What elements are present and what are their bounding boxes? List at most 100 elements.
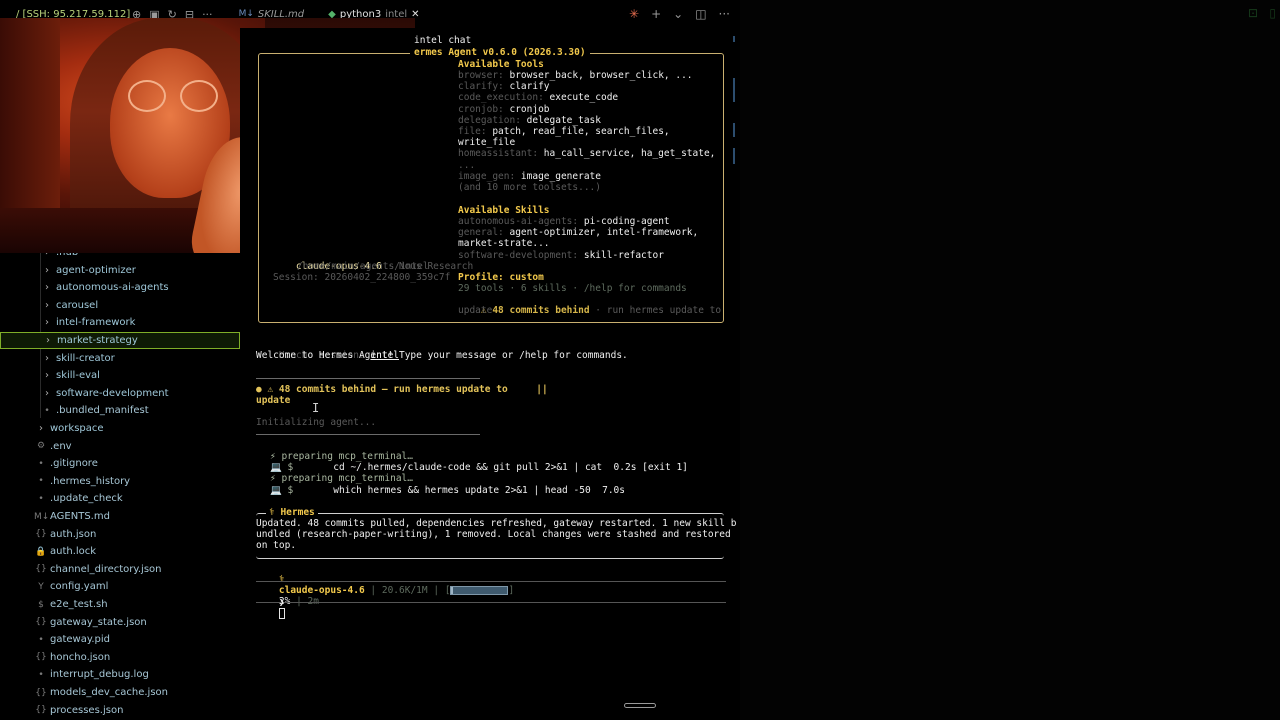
skills-value: skill-refactor [583,249,664,261]
tools-line: image_gen: image_generate [458,171,601,182]
commits-behind-hint-2: update [458,305,493,316]
folder-item[interactable]: › market-strategy [0,332,240,349]
tree-item-label: .bundled_manifest [56,405,149,417]
commits-behind-hint: · run hermes update to [589,305,722,316]
tool-step-line: ⚡ preparing mcp_terminal… [270,473,453,484]
file-icon: Y [38,581,44,592]
folder-item[interactable]: › skill-creator [0,350,240,367]
webcam-glasses [128,80,166,112]
skills-line: general: agent-optimizer, intel-framewor… [458,227,698,238]
skills-value: market-strate... [458,238,550,250]
tools-key: cronjob: [458,103,510,115]
folder-item[interactable]: › agent-optimizer [0,262,240,279]
chevron-right-icon: › [45,370,49,382]
file-item[interactable]: • interrupt_debug.log [0,666,240,683]
tools-line: file: patch, read_file, search_files, [458,126,670,137]
divider [256,378,480,379]
tools-value: delegate_task [526,114,601,126]
tool-step-label: 💻 $ [270,462,294,474]
scroll-marker [733,148,735,164]
file-item[interactable]: {} auth.json [0,526,240,543]
folder-item[interactable]: › workspace [0,420,240,437]
file-item[interactable]: • .update_check [0,490,240,507]
tools-value: image_generate [520,170,601,182]
file-icon: • [44,405,50,416]
tree-item-label: channel_directory.json [50,563,162,575]
tools-heading: Available Tools [458,59,544,70]
file-item[interactable]: {} models_dev_cache.json [0,684,240,701]
tools-line: code_execution: execute_code [458,92,618,103]
prompt-input[interactable]: ❯ [256,581,726,619]
tree-item-label: agent-optimizer [56,264,136,276]
response-line: on top. [256,540,297,552]
file-item[interactable]: ⚙ .env [0,438,240,455]
tree-item-label: auth.lock [50,546,97,558]
file-item[interactable]: 🔒 auth.lock [0,543,240,560]
file-item[interactable]: • gateway.pid [0,631,240,648]
tools-key: file: [458,126,493,137]
copilot-icon[interactable]: ✳ [629,7,639,21]
tools-key: homeassistant: [458,148,544,160]
add-icon[interactable]: + [651,7,661,21]
tree-item-label: software-development [56,387,169,399]
file-icon: {} [35,617,47,628]
file-icon: {} [35,564,47,575]
skills-value: pi-coding-agent [583,216,670,227]
tools-key: clarify: [458,81,510,93]
tools-key: delegation: [458,114,527,126]
banner-title: ermes Agent v0.6.0 (2026.3.30) [410,47,590,58]
tool-step-line: 💻 $ cd ~/.hermes/claude-code && git pull … [270,462,688,473]
panel-resize-handle[interactable] [624,703,656,708]
text-cursor-pointer-icon: I [312,401,320,415]
scroll-marker [733,36,735,42]
file-item[interactable]: • .gitignore [0,455,240,472]
divider [256,434,480,435]
tree-item-label: .env [50,440,72,452]
chevron-right-icon: › [45,352,49,364]
file-item[interactable]: {} processes.json [0,702,240,719]
file-item[interactable]: {} channel_directory.json [0,561,240,578]
file-item[interactable]: • .hermes_history [0,473,240,490]
folder-item[interactable]: › autonomous-ai-agents [0,279,240,296]
tools-key: browser: [458,70,510,81]
file-icon: • [38,458,44,469]
tree-item-label: auth.json [50,528,97,540]
folder-item[interactable]: › skill-eval [0,367,240,384]
file-icon: {} [35,529,47,540]
tools-value: patch, read_file, search_files, [492,126,670,137]
folder-item[interactable]: › software-development [0,385,240,402]
skills-line: software-development: skill-refactor [458,250,664,261]
file-item[interactable]: Yconfig.yaml [0,578,240,595]
tools-line: homeassistant: ha_call_service, ha_get_s… [458,148,715,159]
tools-line: browser: browser_back, browser_click, ..… [458,70,693,81]
welcome-message: Welcome to Hermes Agent! Type your messa… [256,350,628,361]
file-item[interactable]: {} gateway_state.json [0,614,240,631]
file-item[interactable]: {} honcho.json [0,649,240,666]
more-icon[interactable]: ··· [719,7,730,21]
folder-item[interactable]: › intel-framework [0,314,240,331]
file-item[interactable]: $ e2e_test.sh [0,596,240,613]
split-editor-icon[interactable]: ◫ [695,7,706,21]
tools-key: code_execution: [458,92,550,104]
tools-value: ha_call_service, ha_get_state, [543,148,716,160]
tools-value: execute_code [549,92,619,104]
tools-value: clarify [509,81,550,93]
file-item[interactable]: M↓ AGENTS.md [0,508,240,525]
terminal-panel[interactable]: intel chat ermes Agent v0.6.0 (2026.3.30… [240,28,740,720]
chevron-right-icon: › [39,423,43,434]
tree-item-label: .hermes_history [50,475,131,487]
tree-item-label: gateway.pid [50,634,110,646]
update-warning: ● ⚠ 48 commits behind — run hermes updat… [256,384,548,395]
chevron-down-icon[interactable]: ⌄ [673,7,683,21]
skills-key: software-development: [458,249,584,261]
tools-line: cronjob: cronjob [458,104,550,115]
tools-line: ... [458,160,475,171]
tools-key: ... [458,159,476,171]
file-icon: M↓ [34,511,50,522]
file-item[interactable]: • .bundled_manifest [0,402,240,419]
folder-item[interactable]: › carousel [0,297,240,314]
summary-line: 29 tools · 6 skills · /help for commands [458,283,687,294]
file-icon: 🔒 [35,546,47,557]
file-icon: • [38,634,44,645]
editor-actions: ✳ + ⌄ ◫ ··· [629,0,730,28]
